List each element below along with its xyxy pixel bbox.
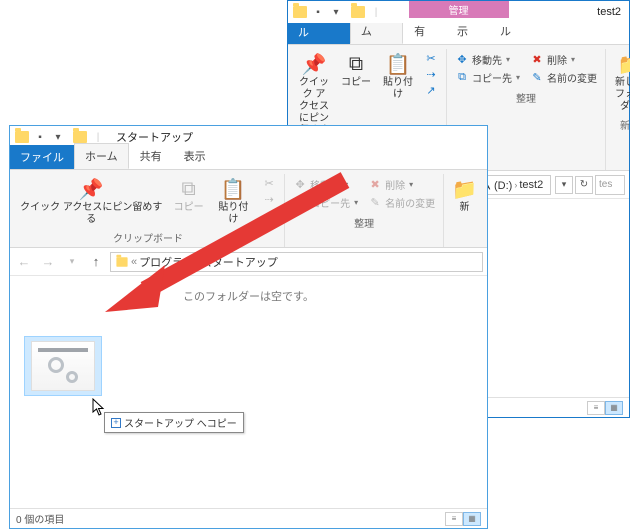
folder-icon: [116, 257, 127, 267]
shortcut-icon: ↗: [424, 84, 438, 97]
breadcrumb[interactable]: « プログラム › スタートアップ: [110, 252, 483, 272]
rename-icon: ✎: [530, 71, 544, 84]
qat-divider-icon: ▪: [310, 4, 326, 20]
copy-icon: ⧉: [181, 176, 195, 202]
copy-to-icon: ⧉: [455, 71, 469, 84]
paste-icon: 📋: [221, 176, 246, 202]
nav-recent-button[interactable]: ▾: [62, 256, 82, 267]
move-icon: ✥: [293, 178, 307, 191]
tab-home[interactable]: ホーム: [74, 143, 129, 169]
new-folder-icon: 📁: [452, 176, 477, 202]
move-icon: ✥: [455, 53, 469, 66]
group-label: 整理: [354, 213, 374, 232]
pin-icon: 📌: [302, 51, 327, 77]
view-details-button[interactable]: ≡: [587, 401, 605, 415]
pin-to-quick-access-button[interactable]: 📌 クイック アクセスにピン留めする: [16, 174, 167, 228]
view-details-button[interactable]: ≡: [445, 512, 463, 526]
drop-hint-tooltip: + スタートアップ へコピー: [104, 412, 244, 433]
qat-dropdown-icon[interactable]: ▾: [328, 4, 344, 20]
plus-icon: +: [111, 418, 121, 428]
qat-separator: |: [368, 4, 384, 20]
copy-to-icon: ⧉: [293, 196, 307, 209]
paste-button[interactable]: 📋 貼り付け: [378, 49, 418, 103]
item-count: 0 個の項目: [16, 511, 64, 526]
view-large-icons-button[interactable]: ▦: [463, 512, 481, 526]
move-to-button: ✥移動先▾: [291, 176, 360, 193]
copy-to-button: ⧉コピー先▾: [291, 194, 360, 211]
rename-button[interactable]: ✎名前の変更: [528, 69, 599, 86]
ribbon: 📌 クイック アクセスにピン留めする ⧉ コピー 📋 貼り付け ✂ ⇢ ↗ クリ…: [10, 170, 487, 248]
delete-icon: ✖: [530, 53, 544, 66]
copy-icon: ⧉: [349, 51, 363, 77]
empty-folder-message: このフォルダーは空です。: [10, 288, 487, 304]
nav-up-button[interactable]: ↑: [86, 254, 106, 269]
copy-button[interactable]: ⧉ コピー: [336, 49, 376, 91]
crumb-folder[interactable]: test2: [519, 179, 543, 191]
paste-shortcut-button[interactable]: ↗: [260, 208, 278, 223]
cut-button: ✂: [260, 176, 278, 191]
pin-icon: 📌: [79, 176, 104, 202]
group-clipboard: 📌 クイック アクセスにピン留めする ⧉ コピー 📋 貼り付け ✂ ⇢ ↗ クリ…: [12, 174, 285, 247]
paste-button[interactable]: 📋 貼り付け: [211, 174, 256, 228]
copy-path-button: ⇢: [260, 192, 278, 207]
view-large-icons-button[interactable]: ▦: [605, 401, 623, 415]
file-list-pane[interactable]: このフォルダーは空です。 + スタートアップ へコピー 0 個の項目 ≡: [10, 276, 487, 528]
folder-icon: [14, 129, 30, 145]
tab-file[interactable]: ファイル: [10, 145, 74, 169]
drag-ghost: [24, 336, 102, 396]
group-organize: ✥移動先▾ ⧉コピー先▾ ✖削除▾ ✎名前の変更 整理: [285, 174, 444, 247]
nav-forward-button[interactable]: →: [38, 254, 58, 269]
rename-icon: ✎: [368, 196, 382, 209]
crumb-prefix: «: [131, 256, 137, 268]
new-folder-button[interactable]: 📁 新: [448, 174, 481, 216]
explorer-window-target: ▪ ▾ | スタートアップ ファイル ホーム 共有 表示 📌 クイック アクセス…: [9, 125, 488, 529]
new-folder-icon: 📁: [618, 51, 630, 77]
cut-icon: ✂: [424, 52, 438, 65]
drop-hint-label: スタートアップ へコピー: [124, 415, 237, 430]
move-to-button[interactable]: ✥移動先▾: [453, 51, 522, 68]
rename-button: ✎名前の変更: [366, 194, 437, 211]
tab-view[interactable]: 表示: [173, 143, 217, 169]
address-bar: ← → ▾ ↑ « プログラム › スタートアップ: [10, 248, 487, 276]
refresh-button[interactable]: ↻: [575, 176, 593, 194]
group-new: 📁 新しいフォルダー 新規: [606, 49, 630, 170]
delete-icon: ✖: [368, 178, 382, 191]
folder-icon: [72, 129, 88, 145]
qat-divider-icon: ▪: [32, 129, 48, 145]
folder-icon: [350, 4, 366, 20]
group-new-truncated: 📁 新: [444, 174, 485, 247]
tab-share[interactable]: 共有: [129, 143, 173, 169]
qat-dropdown-icon[interactable]: ▾: [50, 129, 66, 145]
file-thumbnail: [31, 341, 95, 391]
delete-button: ✖削除▾: [366, 176, 437, 193]
window-title: test2: [589, 6, 629, 18]
path-icon: ⇢: [262, 193, 276, 206]
crumb-programs[interactable]: プログラム: [139, 254, 194, 270]
contextual-tab: 管理: [409, 1, 509, 18]
folder-icon: [292, 4, 308, 20]
paste-icon: 📋: [386, 51, 411, 77]
cut-button[interactable]: ✂: [422, 51, 440, 66]
nav-back-button[interactable]: ←: [14, 254, 34, 269]
ribbon-tabs: ファイル ホーム 共有 表示: [10, 148, 487, 170]
search-input[interactable]: tes: [595, 175, 625, 195]
status-bar: 0 個の項目 ≡ ▦: [10, 508, 487, 528]
copy-path-button[interactable]: ⇢: [422, 67, 440, 82]
copy-to-button[interactable]: ⧉コピー先▾: [453, 69, 522, 86]
new-folder-button[interactable]: 📁 新しいフォルダー: [610, 49, 630, 115]
paste-shortcut-button[interactable]: ↗: [422, 83, 440, 98]
delete-button[interactable]: ✖削除▾: [528, 51, 599, 68]
context-tab-header: 管理: [409, 1, 509, 18]
group-label: 整理: [516, 88, 536, 107]
cut-icon: ✂: [262, 177, 276, 190]
path-icon: ⇢: [424, 68, 438, 81]
copy-button[interactable]: ⧉ コピー: [169, 174, 209, 216]
shortcut-icon: ↗: [262, 209, 276, 222]
group-label: クリップボード: [113, 228, 183, 247]
refresh-button[interactable]: ▾: [555, 176, 573, 194]
ribbon-tabs: ファイル ホーム 共有 表示 アプリケーション ツール: [288, 23, 629, 45]
crumb-startup[interactable]: スタートアップ: [201, 254, 278, 270]
group-label: 新規: [620, 115, 630, 134]
